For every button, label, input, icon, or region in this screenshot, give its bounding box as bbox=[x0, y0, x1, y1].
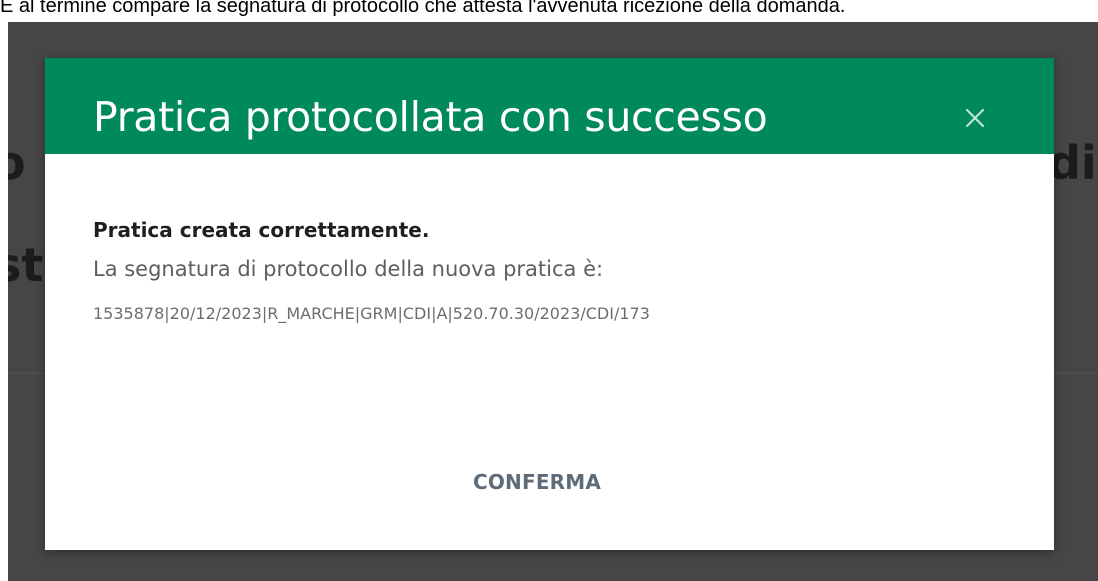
background-page-text: st bbox=[8, 238, 44, 292]
modal-header: Pratica protocollata con successo bbox=[45, 58, 1054, 154]
modal-title: Pratica protocollata con successo bbox=[93, 93, 768, 141]
document-caption: E al termine compare la segnatura di pro… bbox=[0, 0, 846, 17]
success-modal: Pratica protocollata con successo Pratic… bbox=[45, 58, 1054, 550]
modal-body: Pratica creata correttamente. La segnatu… bbox=[93, 218, 993, 324]
protocol-signature: 1535878|20/12/2023|R_MARCHE|GRM|CDI|A|52… bbox=[93, 304, 650, 323]
background-page-text: o bbox=[8, 136, 26, 190]
background-page-text: di bbox=[1048, 136, 1097, 190]
success-message-title: Pratica creata correttamente. bbox=[93, 218, 430, 242]
close-button[interactable] bbox=[957, 100, 993, 136]
app-screenshot: o st di Pratica protocollata con success… bbox=[8, 22, 1098, 581]
confirm-button[interactable]: CONFERMA bbox=[437, 460, 637, 504]
close-icon bbox=[965, 108, 985, 128]
success-message-text: La segnatura di protocollo della nuova p… bbox=[93, 257, 604, 281]
